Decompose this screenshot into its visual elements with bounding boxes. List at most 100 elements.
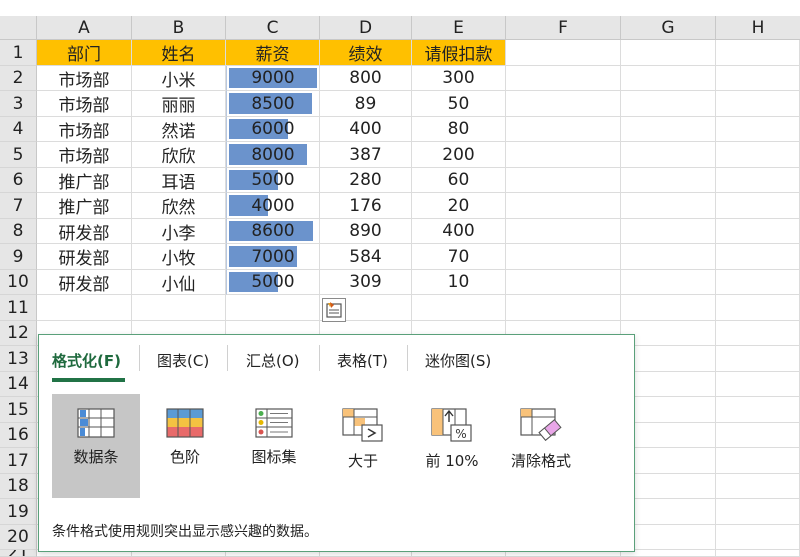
data-cell-e3[interactable]: 50 bbox=[412, 91, 506, 117]
cell-g13[interactable] bbox=[621, 346, 716, 372]
data-cell-a7[interactable]: 推广部 bbox=[37, 193, 132, 219]
cell-g8[interactable] bbox=[621, 219, 716, 244]
data-cell-d9[interactable]: 584 bbox=[320, 244, 412, 270]
data-cell-e8[interactable]: 400 bbox=[412, 219, 506, 244]
cell-g16[interactable] bbox=[621, 423, 716, 448]
data-cell-e9[interactable]: 70 bbox=[412, 244, 506, 270]
cell-h11[interactable] bbox=[716, 295, 800, 321]
row-header[interactable]: 17 bbox=[0, 448, 37, 474]
cell-g7[interactable] bbox=[621, 193, 716, 219]
data-cell-c4[interactable]: 6000 bbox=[226, 117, 320, 142]
data-cell-b6[interactable]: 耳语 bbox=[132, 168, 226, 193]
row-header[interactable]: 6 bbox=[0, 168, 37, 193]
data-cell-b3[interactable]: 丽丽 bbox=[132, 91, 226, 117]
cell-h10[interactable] bbox=[716, 270, 800, 295]
row-header[interactable]: 3 bbox=[0, 91, 37, 117]
data-cell-c8[interactable]: 8600 bbox=[226, 219, 320, 244]
cell-f6[interactable] bbox=[506, 168, 621, 193]
cell-h1[interactable] bbox=[716, 40, 800, 66]
tab-formatting[interactable]: 格式化(F) bbox=[52, 345, 121, 375]
data-cell-a10[interactable]: 研发部 bbox=[37, 270, 132, 295]
data-cell-c7[interactable]: 4000 bbox=[226, 193, 320, 219]
column-header-c[interactable]: C bbox=[226, 16, 320, 40]
cell-f3[interactable] bbox=[506, 91, 621, 117]
row-header[interactable]: 21 bbox=[0, 550, 37, 557]
row-header[interactable]: 10 bbox=[0, 270, 37, 295]
header-cell-a[interactable]: 部门 bbox=[37, 40, 132, 66]
data-cell-b4[interactable]: 然诺 bbox=[132, 117, 226, 142]
row-header[interactable]: 14 bbox=[0, 372, 37, 397]
cell-h18[interactable] bbox=[716, 474, 800, 499]
cell-g12[interactable] bbox=[621, 321, 716, 346]
quick-analysis-button[interactable] bbox=[322, 298, 346, 322]
option-greater-than[interactable]: 大于 bbox=[319, 394, 407, 498]
cell-f5[interactable] bbox=[506, 142, 621, 168]
cell-g21[interactable] bbox=[621, 550, 716, 557]
cell-f2[interactable] bbox=[506, 66, 621, 91]
data-cell-d8[interactable]: 890 bbox=[320, 219, 412, 244]
cell-g9[interactable] bbox=[621, 244, 716, 270]
data-cell-e7[interactable]: 20 bbox=[412, 193, 506, 219]
cell-h9[interactable] bbox=[716, 244, 800, 270]
cell-h3[interactable] bbox=[716, 91, 800, 117]
tab-charts[interactable]: 图表(C) bbox=[157, 345, 209, 375]
cell-h6[interactable] bbox=[716, 168, 800, 193]
data-cell-c3[interactable]: 8500 bbox=[226, 91, 320, 117]
data-cell-d5[interactable]: 387 bbox=[320, 142, 412, 168]
data-cell-a5[interactable]: 市场部 bbox=[37, 142, 132, 168]
data-cell-c9[interactable]: 7000 bbox=[226, 244, 320, 270]
cell-g20[interactable] bbox=[621, 525, 716, 550]
cell-h19[interactable] bbox=[716, 499, 800, 525]
row-header[interactable]: 16 bbox=[0, 423, 37, 448]
row-header[interactable]: 18 bbox=[0, 474, 37, 499]
cell-g10[interactable] bbox=[621, 270, 716, 295]
data-cell-d4[interactable]: 400 bbox=[320, 117, 412, 142]
cell-g6[interactable] bbox=[621, 168, 716, 193]
cell-h12[interactable] bbox=[716, 321, 800, 346]
row-header[interactable]: 1 bbox=[0, 40, 37, 66]
cell-h7[interactable] bbox=[716, 193, 800, 219]
cell-g3[interactable] bbox=[621, 91, 716, 117]
row-header[interactable]: 5 bbox=[0, 142, 37, 168]
cell-g11[interactable] bbox=[621, 295, 716, 321]
data-cell-a8[interactable]: 研发部 bbox=[37, 219, 132, 244]
cell-a11[interactable] bbox=[37, 295, 132, 321]
option-data-bars[interactable]: 数据条 bbox=[52, 394, 140, 498]
cell-f4[interactable] bbox=[506, 117, 621, 142]
cell-h21[interactable] bbox=[716, 550, 800, 557]
data-cell-b10[interactable]: 小仙 bbox=[132, 270, 226, 295]
cell-g17[interactable] bbox=[621, 448, 716, 474]
column-header-a[interactable]: A bbox=[37, 16, 132, 40]
data-cell-a4[interactable]: 市场部 bbox=[37, 117, 132, 142]
option-color-scale[interactable]: 色阶 bbox=[141, 394, 229, 498]
cell-e11[interactable] bbox=[412, 295, 506, 321]
row-header[interactable]: 12 bbox=[0, 321, 37, 346]
cell-g5[interactable] bbox=[621, 142, 716, 168]
column-header-h[interactable]: H bbox=[716, 16, 800, 40]
row-header[interactable]: 15 bbox=[0, 397, 37, 423]
cell-h17[interactable] bbox=[716, 448, 800, 474]
data-cell-d6[interactable]: 280 bbox=[320, 168, 412, 193]
cell-g19[interactable] bbox=[621, 499, 716, 525]
data-cell-a3[interactable]: 市场部 bbox=[37, 91, 132, 117]
data-cell-c2[interactable]: 9000 bbox=[226, 66, 320, 91]
data-cell-b7[interactable]: 欣然 bbox=[132, 193, 226, 219]
row-header[interactable]: 4 bbox=[0, 117, 37, 142]
cell-g14[interactable] bbox=[621, 372, 716, 397]
cell-c11[interactable] bbox=[226, 295, 320, 321]
column-header-e[interactable]: E bbox=[412, 16, 506, 40]
data-cell-e2[interactable]: 300 bbox=[412, 66, 506, 91]
tab-sparklines[interactable]: 迷你图(S) bbox=[425, 345, 491, 375]
cell-g18[interactable] bbox=[621, 474, 716, 499]
cell-g2[interactable] bbox=[621, 66, 716, 91]
column-header-g[interactable]: G bbox=[621, 16, 716, 40]
option-top-10-percent[interactable]: % 前 10% bbox=[408, 394, 496, 498]
row-header[interactable]: 2 bbox=[0, 66, 37, 91]
column-header-f[interactable]: F bbox=[506, 16, 621, 40]
data-cell-b8[interactable]: 小李 bbox=[132, 219, 226, 244]
cell-h16[interactable] bbox=[716, 423, 800, 448]
cell-g1[interactable] bbox=[621, 40, 716, 66]
data-cell-e10[interactable]: 10 bbox=[412, 270, 506, 295]
header-cell-b[interactable]: 姓名 bbox=[132, 40, 226, 66]
row-header[interactable]: 8 bbox=[0, 219, 37, 244]
